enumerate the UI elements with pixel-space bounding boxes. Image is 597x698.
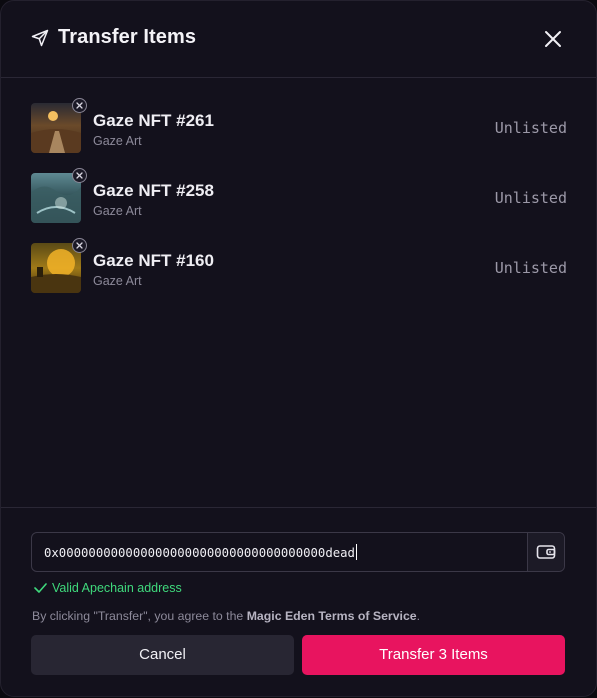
remove-item-button[interactable] bbox=[72, 238, 87, 253]
address-value[interactable]: 0x000000000000000000000000000000000000de… bbox=[44, 544, 357, 560]
terms-suffix: . bbox=[416, 609, 421, 623]
item-name: Gaze NFT #160 bbox=[93, 251, 214, 270]
remove-item-button[interactable] bbox=[72, 168, 87, 183]
send-icon bbox=[31, 29, 49, 47]
item-name: Gaze NFT #258 bbox=[93, 181, 214, 200]
remove-item-button[interactable] bbox=[72, 98, 87, 113]
terms-link[interactable]: Magic Eden Terms of Service bbox=[247, 609, 417, 623]
validation-text: Valid Apechain address bbox=[52, 581, 182, 595]
terms-notice: By clicking "Transfer", you agree to the… bbox=[32, 609, 420, 623]
transfer-modal: Transfer Items Gaze NFT #261 Gaze Art Un… bbox=[0, 0, 597, 697]
item-collection: Gaze Art bbox=[93, 274, 142, 288]
wallet-icon bbox=[536, 545, 556, 559]
modal-footer: 0x000000000000000000000000000000000000de… bbox=[1, 507, 596, 698]
close-icon[interactable] bbox=[542, 28, 564, 50]
modal-header: Transfer Items bbox=[1, 1, 596, 78]
wallet-button[interactable] bbox=[527, 533, 564, 571]
list-item: Gaze NFT #160 Gaze Art Unlisted bbox=[31, 238, 567, 293]
address-text[interactable]: 0x000000000000000000000000000000000000de… bbox=[44, 546, 355, 560]
modal-title: Transfer Items bbox=[58, 26, 197, 48]
text-caret bbox=[355, 544, 357, 560]
address-input[interactable]: 0x000000000000000000000000000000000000de… bbox=[31, 532, 565, 572]
item-status: Unlisted bbox=[494, 189, 567, 207]
item-name: Gaze NFT #261 bbox=[93, 111, 214, 130]
check-icon bbox=[34, 583, 47, 593]
list-item: Gaze NFT #258 Gaze Art Unlisted bbox=[31, 168, 567, 223]
item-status: Unlisted bbox=[494, 119, 567, 137]
item-collection: Gaze Art bbox=[93, 204, 142, 218]
transfer-button[interactable]: Transfer 3 Items bbox=[302, 635, 565, 675]
item-status: Unlisted bbox=[494, 259, 567, 277]
terms-prefix: By clicking "Transfer", you agree to the bbox=[32, 609, 247, 623]
item-collection: Gaze Art bbox=[93, 134, 142, 148]
cancel-button[interactable]: Cancel bbox=[31, 635, 294, 675]
list-item: Gaze NFT #261 Gaze Art Unlisted bbox=[31, 98, 567, 153]
